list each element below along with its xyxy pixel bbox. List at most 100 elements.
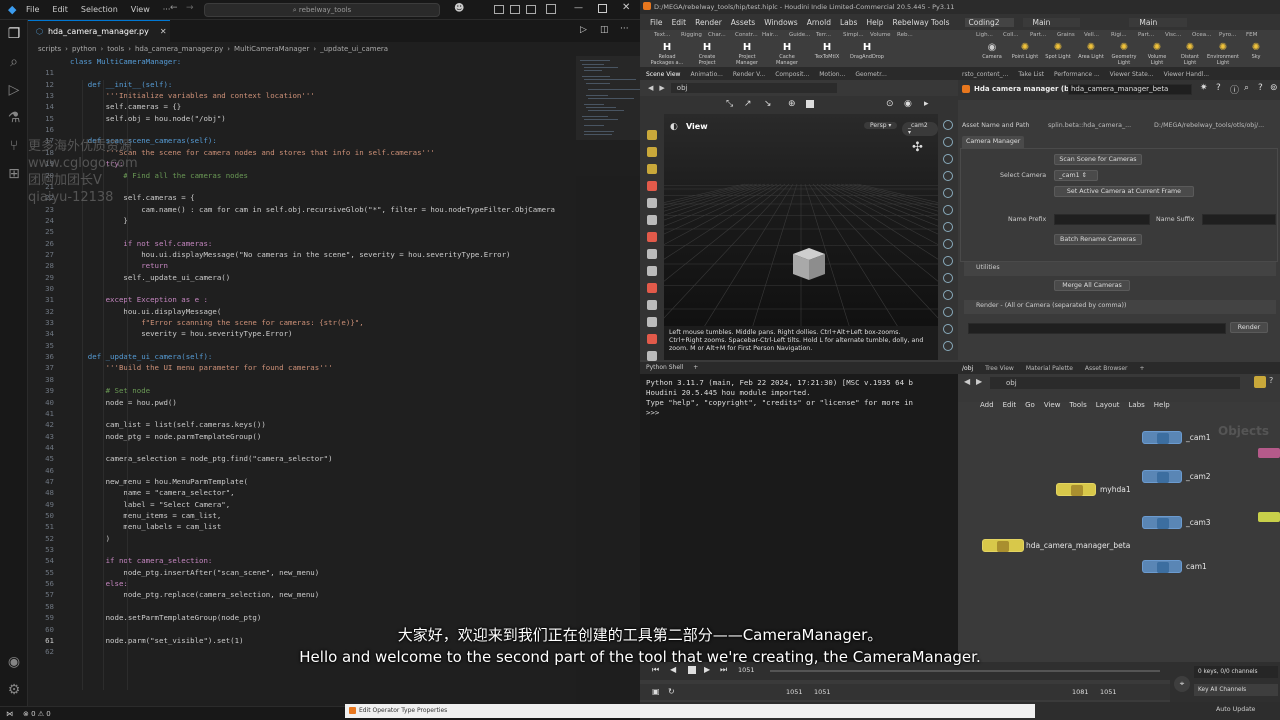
shelf-tool[interactable]: ✺ Geometry Light bbox=[1108, 43, 1140, 67]
pin-icon[interactable] bbox=[1254, 376, 1266, 388]
breadcrumb-item[interactable]: hda_camera_manager.py bbox=[135, 45, 223, 53]
shelf-tool[interactable]: ✺ Environment Light bbox=[1207, 43, 1239, 67]
shelf-tool[interactable]: H Cache Manager bbox=[770, 43, 804, 67]
breadcrumb-item[interactable]: _update_ui_camera bbox=[320, 45, 388, 53]
utilities-header[interactable]: Utilities bbox=[964, 262, 1276, 276]
explorer-icon[interactable]: ❐ bbox=[0, 20, 28, 48]
menu-edit[interactable]: Edit bbox=[672, 18, 687, 27]
pin-icon[interactable]: ⊚ bbox=[1270, 83, 1278, 93]
display-option-icon[interactable] bbox=[943, 307, 953, 317]
tweak-icon[interactable]: ↘ bbox=[764, 99, 772, 109]
display-option-icon[interactable] bbox=[943, 188, 953, 198]
source-control-icon[interactable]: ⑂ bbox=[0, 132, 28, 160]
back-arrow-icon[interactable]: ◀ bbox=[964, 377, 970, 386]
tab-obj[interactable]: /obj bbox=[962, 365, 973, 372]
key-icon[interactable]: ⌖ bbox=[1174, 676, 1190, 692]
3d-viewport[interactable]: ◐ View Persp ▾ _cam2 ▾ ✣ bbox=[664, 114, 938, 360]
node-hda-camera-manager-beta[interactable] bbox=[982, 539, 1024, 552]
menu-add[interactable]: Add bbox=[980, 401, 994, 409]
cube[interactable] bbox=[793, 248, 825, 280]
viewport-tab[interactable]: Scene View bbox=[646, 71, 680, 78]
shelf-tab[interactable]: Part... bbox=[1030, 32, 1046, 38]
split-editor-icon[interactable]: ◫ bbox=[600, 25, 609, 35]
shelf-tool[interactable]: ✺ Sky bbox=[1240, 43, 1272, 61]
select-mode-icon[interactable]: ⤡ bbox=[726, 99, 733, 109]
asset-path[interactable]: D:/MEGA/rebelway_tools/otls/obj/... bbox=[1154, 122, 1264, 129]
magnet-icon[interactable] bbox=[647, 300, 657, 310]
shelf-tab[interactable]: Volume bbox=[870, 32, 890, 38]
view-handle-icon[interactable]: ✣ bbox=[912, 140, 923, 155]
info-icon[interactable]: ⓘ bbox=[1230, 83, 1239, 96]
select-camera-dropdown[interactable]: _cam1 ⇕ bbox=[1054, 170, 1098, 181]
camera-icon[interactable] bbox=[647, 334, 657, 344]
shelf-tab[interactable]: Hair... bbox=[762, 32, 778, 38]
shelf-tab[interactable]: Vell... bbox=[1084, 32, 1099, 38]
shelf-tab[interactable]: Rigging bbox=[681, 32, 702, 38]
view-tool-icon[interactable] bbox=[647, 249, 657, 259]
display-option-icon[interactable] bbox=[943, 137, 953, 147]
param-tab[interactable]: Viewer Handl... bbox=[1164, 71, 1210, 78]
lock-icon[interactable] bbox=[647, 215, 657, 225]
forward-arrow-icon[interactable]: ▶ bbox=[659, 84, 664, 92]
viewport-tab[interactable]: Composit... bbox=[775, 71, 809, 78]
display-option-icon[interactable] bbox=[943, 154, 953, 164]
back-arrow-icon[interactable]: ← bbox=[170, 3, 178, 13]
tab-tree-view[interactable]: Tree View bbox=[985, 365, 1014, 372]
menu-edit[interactable]: Edit bbox=[1003, 401, 1017, 409]
tab-asset-browser[interactable]: Asset Browser bbox=[1085, 365, 1128, 372]
help-book-icon[interactable]: ? bbox=[1258, 83, 1263, 93]
shelf-tool[interactable]: H DragAndDrop bbox=[850, 43, 884, 61]
display-option-icon[interactable] bbox=[943, 324, 953, 334]
range-end[interactable]: 1081 bbox=[1072, 688, 1089, 696]
shelf-tab[interactable]: Constr... bbox=[735, 32, 758, 38]
shelf-tab[interactable]: Ligh... bbox=[976, 32, 993, 38]
handle-icon[interactable] bbox=[647, 198, 657, 208]
forward-arrow-icon[interactable]: ▶ bbox=[976, 377, 982, 386]
settings-gear-icon[interactable]: ⚙ bbox=[0, 676, 28, 704]
desktop-main[interactable]: Main bbox=[1022, 17, 1081, 27]
node-cam1-top[interactable] bbox=[1142, 431, 1182, 444]
asset-name[interactable]: splin.beta::hda_camera_... bbox=[1048, 122, 1131, 129]
desktop-selector[interactable]: Coding2 bbox=[964, 17, 1014, 27]
snap-icon[interactable] bbox=[647, 266, 657, 276]
display-option-icon[interactable] bbox=[943, 171, 953, 181]
shelf-tool[interactable]: H TexToMtlX bbox=[810, 43, 844, 61]
move-icon[interactable] bbox=[647, 147, 657, 157]
menu-assets[interactable]: Assets bbox=[731, 18, 755, 27]
shelf-tab[interactable]: Text... bbox=[654, 32, 670, 38]
param-tab[interactable]: Take List bbox=[1018, 71, 1044, 78]
shelf-tool[interactable]: ✺ Point Light bbox=[1009, 43, 1041, 61]
menu-help[interactable]: Help bbox=[1154, 401, 1170, 409]
shelf-tab[interactable]: Grains bbox=[1057, 32, 1075, 38]
minimize-icon[interactable]: — bbox=[574, 3, 583, 13]
timeline-ruler[interactable] bbox=[770, 670, 1160, 672]
python-shell-tab[interactable]: Python Shell + bbox=[640, 362, 958, 374]
menu-tools[interactable]: Tools bbox=[1069, 401, 1086, 409]
bone-icon[interactable] bbox=[647, 283, 657, 293]
node-offscreen[interactable] bbox=[1258, 512, 1280, 522]
display-icon[interactable] bbox=[806, 100, 814, 108]
search-icon[interactable]: ⌕ bbox=[1244, 83, 1249, 93]
add-tab-icon[interactable]: + bbox=[1140, 365, 1145, 372]
folder-tab-camera-manager[interactable]: Camera Manager bbox=[962, 136, 1025, 148]
display-option-icon[interactable] bbox=[943, 256, 953, 266]
shelf-tool[interactable]: ✺ Distant Light bbox=[1174, 43, 1206, 67]
gear-icon[interactable]: ✷ bbox=[1200, 83, 1208, 93]
scan-scene-button[interactable]: Scan Scene for Cameras bbox=[1054, 154, 1142, 165]
display-option-icon[interactable] bbox=[943, 290, 953, 300]
name-suffix-field[interactable] bbox=[1202, 214, 1276, 225]
tab-material-palette[interactable]: Material Palette bbox=[1026, 365, 1073, 372]
breadcrumb-item[interactable]: python bbox=[72, 45, 97, 53]
shelf-tool[interactable]: ✺ Area Light bbox=[1075, 43, 1107, 61]
shelf-tool[interactable]: H Reload Packages a... bbox=[650, 43, 684, 67]
viewport-tab[interactable]: Render V... bbox=[733, 71, 765, 78]
loop-icon[interactable]: ↻ bbox=[668, 687, 675, 696]
more-icon[interactable]: ▸ bbox=[924, 99, 929, 109]
shelf-tab[interactable]: Reb... bbox=[897, 32, 913, 38]
menu-labs[interactable]: Labs bbox=[1129, 401, 1145, 409]
help-icon[interactable]: ? bbox=[1269, 376, 1273, 385]
close-icon[interactable]: ✕ bbox=[622, 2, 630, 13]
menu-arnold[interactable]: Arnold bbox=[807, 18, 831, 27]
menu-render[interactable]: Render bbox=[695, 18, 722, 27]
snap-icon[interactable]: ⊕ bbox=[788, 99, 796, 109]
